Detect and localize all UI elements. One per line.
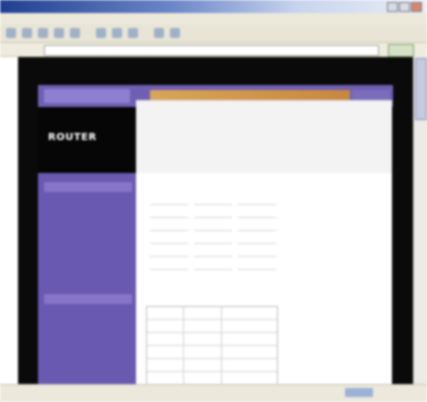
settings-row xyxy=(150,222,282,233)
row-label xyxy=(150,261,188,270)
search-icon[interactable] xyxy=(96,28,106,38)
settings-row xyxy=(150,235,282,246)
sidebar-item[interactable] xyxy=(44,322,132,332)
internet-zone-icon xyxy=(345,388,373,397)
sidebar-section-header xyxy=(44,182,132,192)
row-label xyxy=(150,248,188,257)
sidebar-item[interactable] xyxy=(44,364,132,374)
row-label xyxy=(150,209,188,218)
sidebar-item[interactable] xyxy=(44,252,132,262)
refresh-icon[interactable] xyxy=(54,28,64,38)
close-button[interactable] xyxy=(411,2,422,12)
settings-row xyxy=(150,261,282,272)
sidebar-item[interactable] xyxy=(44,350,132,360)
row-value xyxy=(238,222,276,231)
home-icon[interactable] xyxy=(70,28,80,38)
row-value xyxy=(238,235,276,244)
browser-toolbar xyxy=(0,24,427,43)
forward-icon[interactable] xyxy=(22,28,32,38)
back-icon[interactable] xyxy=(6,28,16,38)
row-label xyxy=(150,235,188,244)
table-row xyxy=(147,307,277,320)
sidebar-section-header xyxy=(44,294,132,304)
row-value xyxy=(194,222,232,231)
nav-highlight-bar xyxy=(150,90,350,100)
settings-row xyxy=(150,209,282,220)
table-row xyxy=(147,320,277,333)
nav-right-block xyxy=(352,90,390,100)
print-icon[interactable] xyxy=(170,28,180,38)
row-value xyxy=(194,196,232,205)
row-value xyxy=(194,235,232,244)
maximize-button[interactable] xyxy=(399,2,410,12)
row-label xyxy=(150,196,188,205)
stop-icon[interactable] xyxy=(38,28,48,38)
status-text xyxy=(0,389,6,397)
sidebar-item[interactable] xyxy=(44,238,132,248)
sidebar-item[interactable] xyxy=(44,224,132,234)
sidebar-item[interactable] xyxy=(44,336,132,346)
row-value xyxy=(194,261,232,270)
sidebar-item[interactable] xyxy=(44,280,132,290)
history-icon[interactable] xyxy=(128,28,138,38)
mail-icon[interactable] xyxy=(154,28,164,38)
settings-row xyxy=(150,248,282,259)
data-table xyxy=(146,306,278,386)
address-input[interactable] xyxy=(44,45,379,56)
sidebar-item[interactable] xyxy=(44,210,132,220)
header-panel xyxy=(136,100,392,174)
row-value xyxy=(238,261,276,270)
row-value xyxy=(238,196,276,205)
row-value xyxy=(194,248,232,257)
nav-tab[interactable] xyxy=(44,89,130,103)
favorites-icon[interactable] xyxy=(112,28,122,38)
row-label xyxy=(150,222,188,231)
table-row xyxy=(147,333,277,346)
minimize-button[interactable] xyxy=(387,2,398,12)
sidebar-item[interactable] xyxy=(44,196,132,206)
row-value xyxy=(238,209,276,218)
table-row xyxy=(147,346,277,359)
row-value xyxy=(194,209,232,218)
table-row xyxy=(147,359,277,372)
sidebar-item[interactable] xyxy=(44,308,132,318)
window-titlebar xyxy=(0,0,427,13)
go-button[interactable] xyxy=(388,44,414,57)
sidebar-item[interactable] xyxy=(44,266,132,276)
menu-bar xyxy=(0,13,427,24)
scrollbar-thumb[interactable] xyxy=(415,58,427,120)
settings-row xyxy=(150,196,282,207)
brand-logo: ROUTER xyxy=(48,132,97,143)
row-value xyxy=(238,248,276,257)
